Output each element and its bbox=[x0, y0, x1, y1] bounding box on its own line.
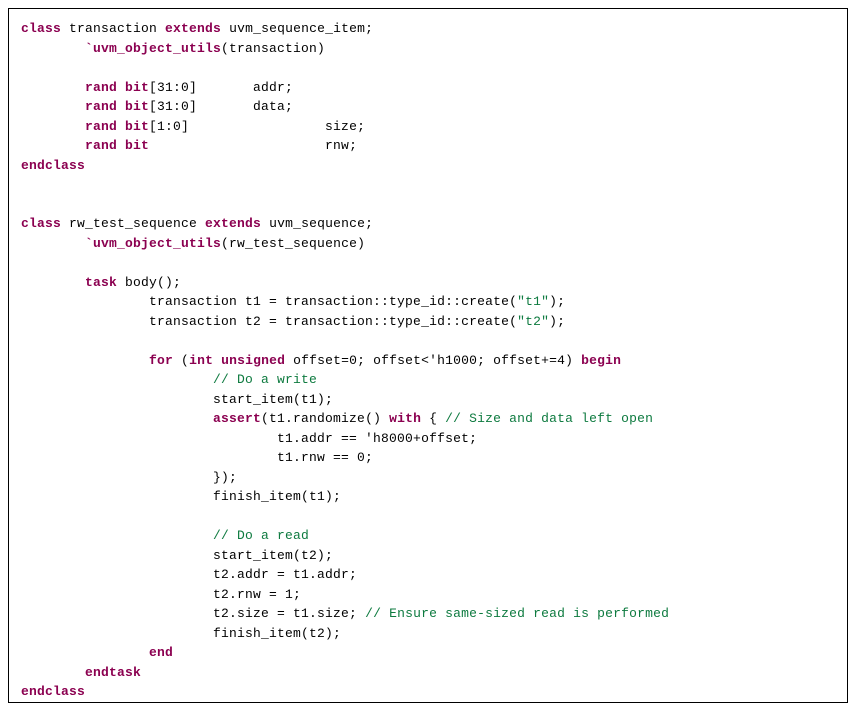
code-line: t2.size = t1.size; // Ensure same-sized … bbox=[21, 604, 835, 624]
code-line: class transaction extends uvm_sequence_i… bbox=[21, 19, 835, 39]
code-line: endclass bbox=[21, 156, 835, 176]
code-line: rand bit[31:0] addr; bbox=[21, 78, 835, 98]
code-line: for (int unsigned offset=0; offset<'h100… bbox=[21, 351, 835, 371]
code-line: assert(t1.randomize() with { // Size and… bbox=[21, 409, 835, 429]
code-line bbox=[21, 331, 835, 351]
code-line: rand bit rnw; bbox=[21, 136, 835, 156]
code-line: // Do a write bbox=[21, 370, 835, 390]
code-line: `uvm_object_utils(rw_test_sequence) bbox=[21, 234, 835, 254]
code-line: start_item(t2); bbox=[21, 546, 835, 566]
code-line bbox=[21, 253, 835, 273]
code-line: transaction t1 = transaction::type_id::c… bbox=[21, 292, 835, 312]
code-block: class transaction extends uvm_sequence_i… bbox=[8, 8, 848, 703]
code-line: t1.addr == 'h8000+offset; bbox=[21, 429, 835, 449]
code-line: t1.rnw == 0; bbox=[21, 448, 835, 468]
code-line bbox=[21, 58, 835, 78]
code-line: // Do a read bbox=[21, 526, 835, 546]
code-line: transaction t2 = transaction::type_id::c… bbox=[21, 312, 835, 332]
code-line: `uvm_object_utils(transaction) bbox=[21, 39, 835, 59]
code-line: endclass bbox=[21, 682, 835, 702]
code-line bbox=[21, 507, 835, 527]
code-line: t2.rnw = 1; bbox=[21, 585, 835, 605]
code-line: finish_item(t2); bbox=[21, 624, 835, 644]
code-line bbox=[21, 175, 835, 195]
code-line: t2.addr = t1.addr; bbox=[21, 565, 835, 585]
code-content: class transaction extends uvm_sequence_i… bbox=[21, 19, 835, 702]
code-line: task body(); bbox=[21, 273, 835, 293]
code-line: end bbox=[21, 643, 835, 663]
code-line: rand bit[31:0] data; bbox=[21, 97, 835, 117]
code-line: rand bit[1:0] size; bbox=[21, 117, 835, 137]
code-line: finish_item(t1); bbox=[21, 487, 835, 507]
code-line: start_item(t1); bbox=[21, 390, 835, 410]
code-line: }); bbox=[21, 468, 835, 488]
code-line bbox=[21, 195, 835, 215]
code-line: class rw_test_sequence extends uvm_seque… bbox=[21, 214, 835, 234]
code-line: endtask bbox=[21, 663, 835, 683]
